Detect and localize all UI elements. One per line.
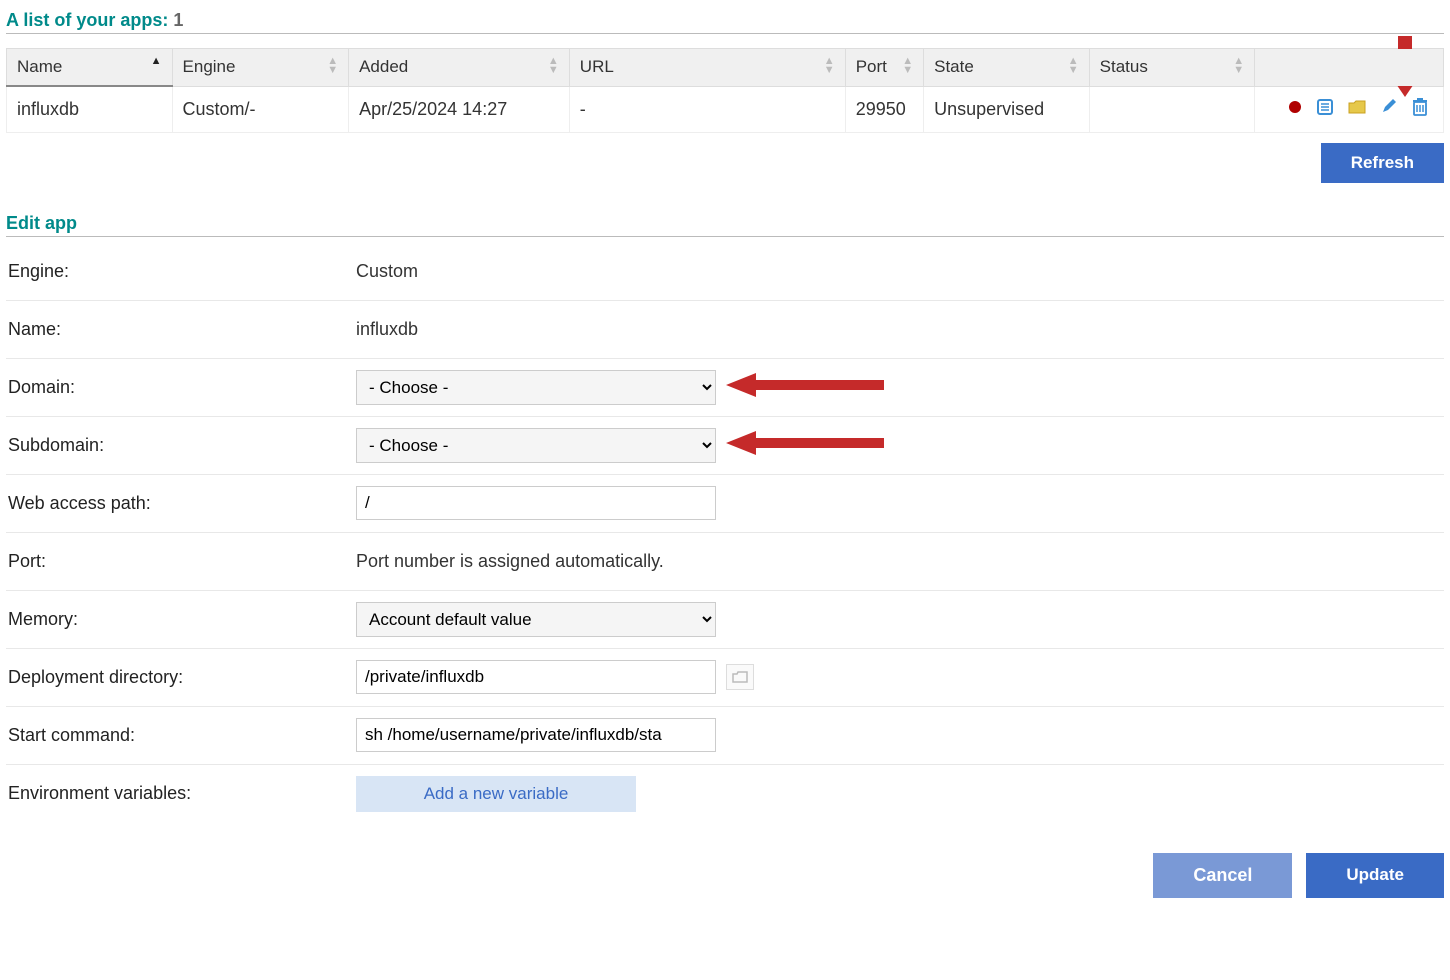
label-envvars: Environment variables:	[6, 783, 356, 804]
col-port[interactable]: Port	[845, 49, 923, 87]
label-subdomain: Subdomain:	[6, 435, 356, 456]
webpath-input[interactable]	[356, 486, 716, 520]
cell-url: -	[569, 86, 845, 132]
sort-icon	[1233, 57, 1244, 75]
col-actions	[1255, 49, 1444, 87]
value-port-note: Port number is assigned automatically.	[356, 551, 1444, 572]
col-state[interactable]: State	[924, 49, 1090, 87]
annotation-arrow-left-icon	[726, 371, 886, 404]
col-status[interactable]: Status	[1089, 49, 1255, 87]
col-state-label: State	[934, 57, 974, 76]
table-row: influxdb Custom/- Apr/25/2024 14:27 - 29…	[7, 86, 1444, 132]
col-engine-label: Engine	[183, 57, 236, 76]
add-variable-button[interactable]: Add a new variable	[356, 776, 636, 812]
status-dot-icon[interactable]	[1287, 99, 1303, 120]
sort-icon	[902, 57, 913, 75]
sort-icon	[548, 57, 559, 75]
col-engine[interactable]: Engine	[172, 49, 349, 87]
value-engine: Custom	[356, 261, 1444, 282]
folder-icon[interactable]	[1347, 98, 1367, 121]
memory-select[interactable]: Account default value	[356, 602, 716, 637]
deploydir-input[interactable]	[356, 660, 716, 694]
domain-select[interactable]: - Choose -	[356, 370, 716, 405]
col-name-label: Name	[17, 57, 62, 76]
label-webpath: Web access path:	[6, 493, 356, 514]
cell-port: 29950	[845, 86, 923, 132]
col-url[interactable]: URL	[569, 49, 845, 87]
label-memory: Memory:	[6, 609, 356, 630]
cell-status	[1089, 86, 1255, 132]
apps-list-title-text: A list of your apps:	[6, 10, 168, 30]
cell-name: influxdb	[7, 86, 173, 132]
apps-table: Name Engine Added URL Port State	[6, 48, 1444, 133]
sort-asc-icon	[151, 57, 162, 66]
label-domain: Domain:	[6, 377, 356, 398]
col-port-label: Port	[856, 57, 887, 76]
label-name: Name:	[6, 319, 356, 340]
edit-app-title: Edit app	[6, 213, 1444, 237]
label-deploydir: Deployment directory:	[6, 667, 356, 688]
annotation-arrow-left-icon	[726, 429, 886, 462]
sort-icon	[327, 57, 338, 75]
label-engine: Engine:	[6, 261, 356, 282]
label-port: Port:	[6, 551, 356, 572]
sort-icon	[824, 57, 835, 75]
update-button[interactable]: Update	[1306, 853, 1444, 898]
col-added-label: Added	[359, 57, 408, 76]
col-added[interactable]: Added	[349, 49, 570, 87]
apps-list-title: A list of your apps: 1	[6, 10, 1444, 34]
cell-engine: Custom/-	[172, 86, 349, 132]
col-name[interactable]: Name	[7, 49, 173, 87]
sort-icon	[1068, 57, 1079, 75]
subdomain-select[interactable]: - Choose -	[356, 428, 716, 463]
cell-added: Apr/25/2024 14:27	[349, 86, 570, 132]
col-status-label: Status	[1100, 57, 1148, 76]
refresh-button[interactable]: Refresh	[1321, 143, 1444, 183]
apps-list-count: 1	[173, 10, 183, 30]
col-url-label: URL	[580, 57, 614, 76]
value-name: influxdb	[356, 319, 1444, 340]
log-icon[interactable]	[1316, 98, 1334, 121]
startcmd-input[interactable]	[356, 718, 716, 752]
label-startcmd: Start command:	[6, 725, 356, 746]
browse-folder-button[interactable]	[726, 664, 754, 690]
cancel-button[interactable]: Cancel	[1153, 853, 1292, 898]
cell-state: Unsupervised	[924, 86, 1090, 132]
